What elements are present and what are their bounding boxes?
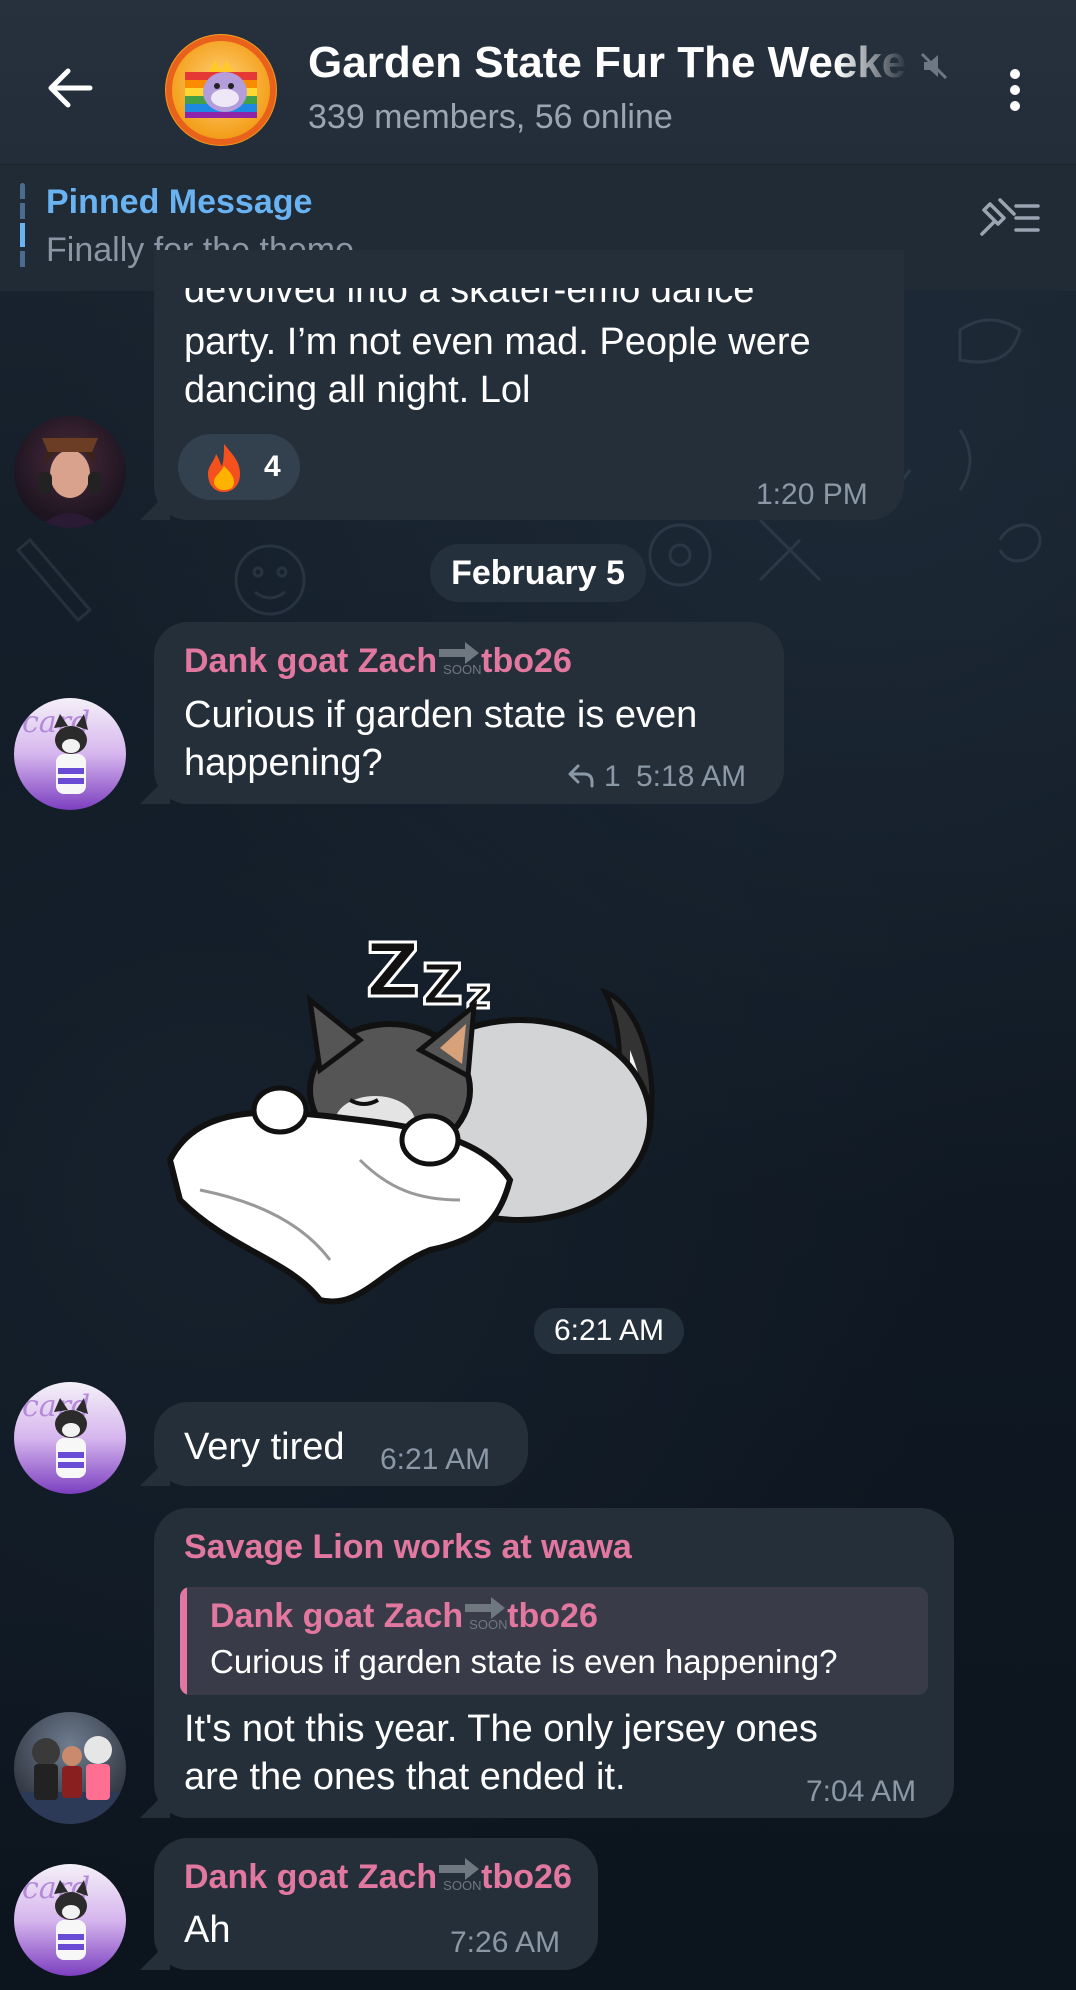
chat-subtitle: 339 members, 56 online bbox=[308, 98, 673, 136]
sleeping-wolf-sticker[interactable]: Z Z z bbox=[160, 900, 680, 1320]
sender-name-part: Dank goat Zach bbox=[184, 1858, 438, 1896]
muted-icon bbox=[920, 52, 948, 80]
message-text-line: It's not this year. The only jersey ones bbox=[184, 1708, 818, 1750]
svg-text:Z: Z bbox=[422, 953, 463, 1018]
sender-name-part: tbo26 bbox=[481, 1858, 572, 1896]
arrow-left-icon bbox=[48, 68, 93, 108]
soon-arrow-emoji: SOON bbox=[463, 1595, 508, 1632]
reaction-chip[interactable]: 4 bbox=[178, 434, 300, 500]
message-text: Ah bbox=[184, 1909, 231, 1951]
message-time: 7:04 AM bbox=[806, 1775, 917, 1808]
message-time: 7:26 AM bbox=[450, 1926, 561, 1959]
message-text-line: dancing all night. Lol bbox=[184, 369, 531, 411]
reply-sender-part: tbo26 bbox=[507, 1597, 598, 1635]
message-time: 5:18 AM bbox=[636, 760, 747, 793]
reaction-count: 4 bbox=[264, 450, 281, 483]
message-text-line: party. I’m not even mad. People were bbox=[184, 321, 811, 363]
sender-name-part: tbo26 bbox=[481, 642, 572, 680]
reply-sender: Dank goat Zach SOON tbo26 bbox=[210, 1595, 598, 1636]
message-text-line: are the ones that ended it. bbox=[184, 1756, 626, 1798]
kebab-menu-icon bbox=[1010, 69, 1020, 111]
fire-icon bbox=[208, 444, 240, 492]
pinned-indicator bbox=[20, 183, 25, 271]
pinned-list-icon[interactable] bbox=[976, 196, 1042, 240]
message-text-line: happening? bbox=[184, 742, 383, 784]
sender-name[interactable]: Dank goat Zach SOON tbo26 bbox=[184, 1856, 572, 1897]
svg-text:Z: Z bbox=[366, 928, 420, 1014]
sender-name[interactable]: Savage Lion works at wawa bbox=[184, 1528, 632, 1567]
pinned-title: Pinned Message bbox=[46, 183, 313, 221]
message-text: Very tired bbox=[184, 1426, 345, 1468]
reply-quote[interactable]: Dank goat Zach SOON tbo26 Curious if garde… bbox=[180, 1587, 928, 1695]
soon-label: SOON bbox=[443, 1878, 482, 1893]
sticker-time: 6:21 AM bbox=[534, 1308, 684, 1354]
message-time: 1:20 PM bbox=[756, 478, 868, 511]
avatar[interactable] bbox=[14, 416, 126, 528]
group-avatar[interactable] bbox=[165, 34, 277, 146]
sender-name-part: Dank goat Zach bbox=[184, 642, 438, 680]
reply-quote-bar bbox=[180, 1587, 187, 1695]
back-button[interactable] bbox=[30, 48, 110, 128]
soon-arrow-emoji: SOON bbox=[437, 640, 482, 677]
message-time: 6:21 AM bbox=[380, 1443, 491, 1476]
chat-header: Garden State Fur The Weekend 339 members… bbox=[0, 0, 1076, 164]
more-options-button[interactable] bbox=[990, 60, 1040, 120]
chat-title[interactable]: Garden State Fur The Weekend bbox=[308, 38, 908, 88]
reply-arrow-icon bbox=[568, 764, 594, 788]
soon-label: SOON bbox=[469, 1617, 508, 1632]
soon-arrow-emoji: SOON bbox=[437, 1856, 482, 1893]
date-separator: February 5 bbox=[430, 544, 646, 602]
message-text-line: Curious if garden state is even bbox=[184, 694, 698, 736]
reply-count[interactable]: 1 bbox=[604, 760, 621, 794]
reply-sender-part: Dank goat Zach bbox=[210, 1597, 464, 1635]
avatar[interactable]: card bbox=[14, 1382, 126, 1494]
soon-label: SOON bbox=[443, 662, 482, 677]
avatar[interactable]: card bbox=[14, 1864, 126, 1976]
avatar[interactable] bbox=[14, 1712, 126, 1824]
avatar[interactable]: card bbox=[14, 698, 126, 810]
group-logo-icon bbox=[166, 35, 276, 145]
sender-name[interactable]: Dank goat Zach SOON tbo26 bbox=[184, 640, 572, 681]
reply-text: Curious if garden state is even happenin… bbox=[210, 1643, 838, 1680]
